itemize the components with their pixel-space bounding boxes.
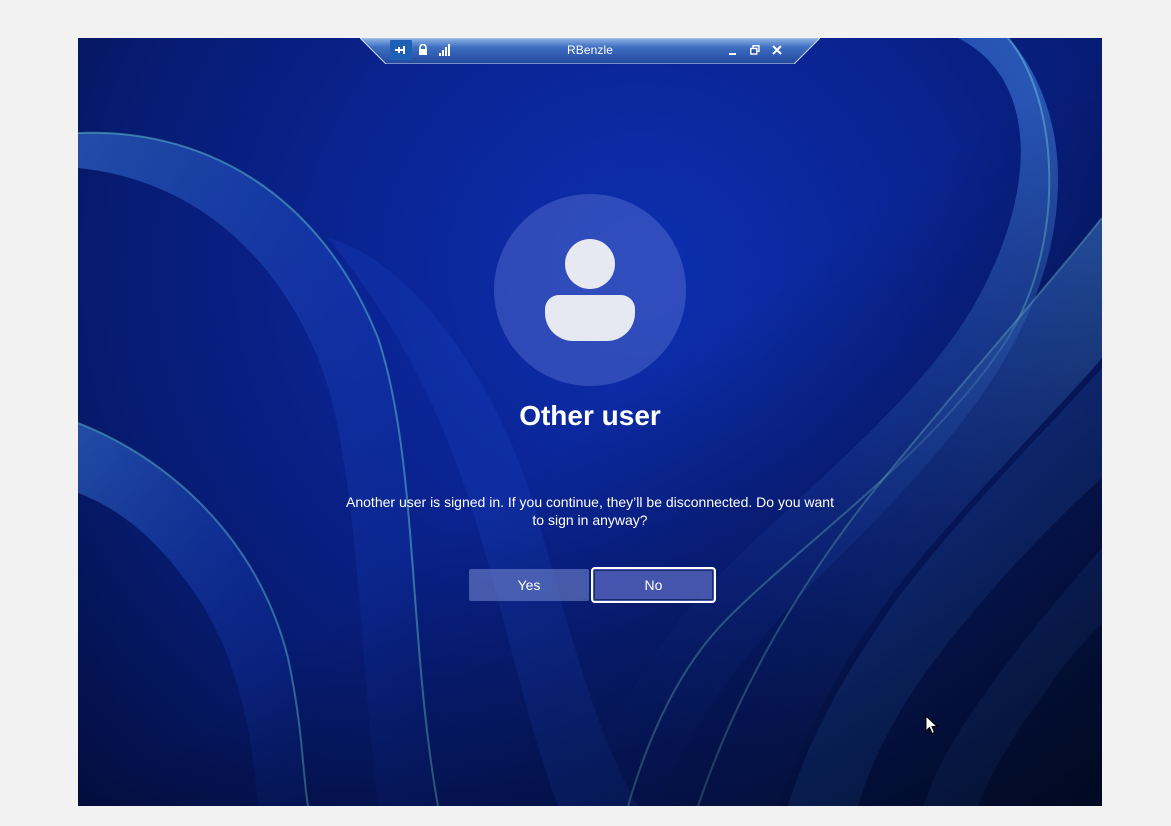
- user-name-heading: Other user: [519, 400, 661, 431]
- rdp-connection-bar: RBenzle: [360, 38, 820, 64]
- remote-desktop-screen: RBenzle Other user Another user is signe…: [78, 38, 1102, 806]
- no-button[interactable]: No: [591, 567, 716, 603]
- yes-button[interactable]: Yes: [469, 569, 589, 601]
- signed-in-warning-message: Another user is signed in. If you contin…: [346, 494, 834, 528]
- user-silhouette-icon: [545, 239, 635, 341]
- mouse-pointer-icon: [925, 715, 939, 735]
- minimize-icon[interactable]: [724, 42, 742, 58]
- restore-icon[interactable]: [746, 42, 764, 58]
- close-icon[interactable]: [768, 42, 786, 58]
- user-avatar: [494, 194, 686, 386]
